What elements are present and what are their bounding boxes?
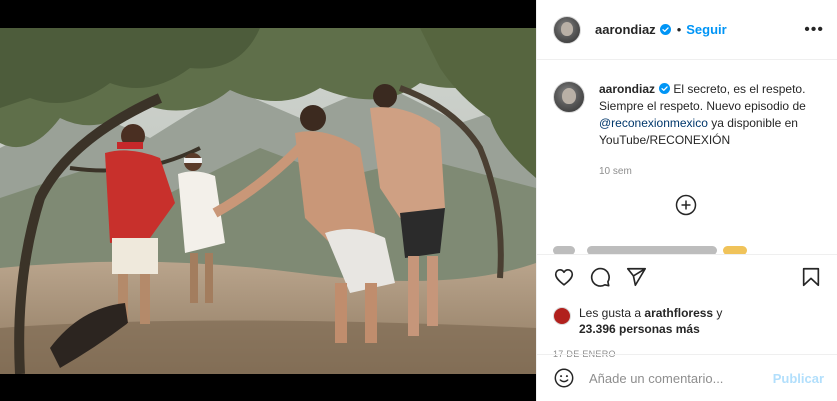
- follow-button[interactable]: Seguir: [686, 22, 726, 37]
- post-side-panel: aarondiaz • Seguir ••• aarondiaz El secr…: [536, 0, 837, 401]
- liker-username[interactable]: arathfloress: [644, 306, 713, 320]
- author-avatar[interactable]: [553, 15, 581, 44]
- likes-summary: Les gusta a arathfloress y 23.396 person…: [553, 305, 822, 337]
- separator-dot: •: [676, 22, 682, 37]
- comment-avatar-fragment: [553, 246, 575, 254]
- add-circle-icon[interactable]: [675, 194, 697, 216]
- post-header: aarondiaz • Seguir •••: [537, 0, 837, 60]
- verified-badge-icon: [659, 83, 671, 94]
- caption-mention-link[interactable]: @reconexionmexico: [599, 116, 708, 130]
- caption-body: aarondiaz El secreto, es el respeto. Sie…: [599, 81, 819, 180]
- likes-count-link[interactable]: 23.396 personas más: [579, 322, 700, 336]
- heart-icon[interactable]: [553, 266, 575, 288]
- paper-plane-icon[interactable]: [625, 266, 647, 288]
- comment-emoji-fragment: [723, 246, 747, 254]
- liker-avatar[interactable]: [553, 307, 571, 325]
- post-media[interactable]: [0, 0, 536, 401]
- likes-connector: y: [713, 306, 723, 320]
- comment-bubble-icon[interactable]: [589, 266, 611, 288]
- caption-timestamp[interactable]: 10 sem: [599, 163, 819, 180]
- post-photo-image: [0, 28, 536, 374]
- comment-input[interactable]: [589, 370, 769, 386]
- publish-button[interactable]: Publicar: [773, 371, 824, 386]
- likes-text: Les gusta a arathfloress y 23.396 person…: [579, 305, 722, 337]
- more-options-icon[interactable]: •••: [804, 21, 824, 38]
- action-icons-row: [553, 265, 822, 289]
- likes-prefix: Les gusta a: [579, 306, 645, 320]
- author-username[interactable]: aarondiaz: [595, 22, 656, 37]
- verified-badge-icon: [659, 24, 671, 35]
- post-actions: Les gusta a arathfloress y 23.396 person…: [537, 254, 837, 359]
- caption-avatar[interactable]: [553, 81, 585, 113]
- add-comment-bar: Publicar: [537, 354, 837, 401]
- partially-visible-comment: [553, 244, 821, 254]
- comment-text-fragment: [587, 246, 717, 254]
- post-photo[interactable]: [0, 28, 536, 374]
- smiley-icon[interactable]: [553, 367, 575, 389]
- caption-username[interactable]: aarondiaz: [599, 82, 655, 96]
- bookmark-icon[interactable]: [800, 266, 822, 288]
- post-caption: aarondiaz El secreto, es el respeto. Sie…: [553, 81, 822, 180]
- comments-section: aarondiaz El secreto, es el respeto. Sie…: [537, 61, 837, 254]
